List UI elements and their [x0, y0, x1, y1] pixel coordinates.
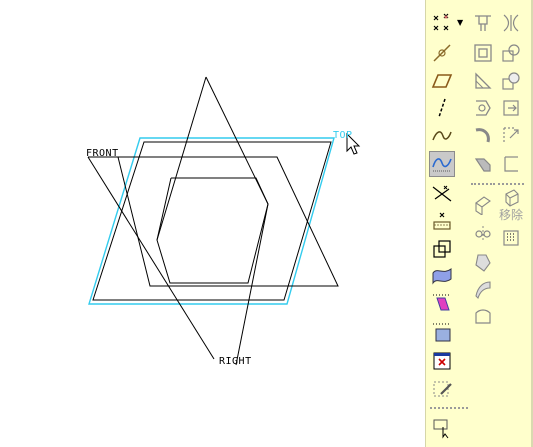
extend-icon — [503, 100, 519, 116]
coordinate-system-button[interactable] — [429, 208, 455, 234]
freeform-icon — [475, 309, 491, 324]
sweep-button[interactable] — [470, 249, 496, 275]
pattern-icon — [475, 226, 491, 242]
toolbar-separator — [430, 407, 468, 409]
hole-button[interactable] — [470, 10, 496, 36]
inner-quad — [117, 156, 339, 287]
rib-button[interactable] — [498, 10, 524, 36]
datum-curve-button[interactable] — [429, 95, 455, 121]
mirror-button[interactable] — [470, 95, 496, 121]
analysis-feature-icon — [433, 240, 451, 258]
datum-point-button[interactable] — [429, 10, 455, 36]
mirror-icon — [476, 100, 491, 116]
move-copy-icon — [475, 196, 491, 215]
boundary-blend-button[interactable] — [470, 276, 496, 302]
shell-icon — [474, 44, 492, 62]
datum-point-dropdown-icon[interactable]: ▼ — [457, 18, 463, 27]
round-icon — [475, 128, 490, 143]
edit-feature-icon — [433, 381, 452, 397]
triangle-lower-right-edge — [235, 203, 269, 366]
thicken-icon — [505, 189, 519, 207]
toolbar-separator — [471, 183, 495, 185]
merge-button[interactable] — [498, 68, 524, 94]
datum-point-icon — [433, 13, 449, 31]
triangle-left-edge — [156, 76, 207, 241]
edit-feature-button[interactable] — [429, 376, 455, 402]
ruler-button[interactable] — [429, 290, 455, 316]
style-curve-button[interactable] — [429, 151, 455, 177]
datum-curve-icon — [438, 98, 446, 118]
offset-icon — [504, 156, 518, 172]
surface-button[interactable] — [429, 263, 455, 289]
draft-button[interactable] — [470, 68, 496, 94]
pattern-button[interactable] — [470, 221, 496, 247]
boundary-blend-icon — [475, 281, 491, 300]
sketched-curve-button[interactable] — [429, 122, 455, 148]
hole-icon — [475, 15, 491, 31]
array-button[interactable] — [498, 225, 524, 251]
sketched-curve-icon — [432, 131, 452, 141]
extend-button[interactable] — [498, 95, 524, 121]
surface-icon — [432, 268, 452, 285]
array-icon — [503, 230, 519, 246]
freeform-button[interactable] — [470, 303, 496, 329]
top-datum-plane-outline[interactable] — [88, 137, 335, 305]
graph-icon — [433, 323, 451, 342]
merge-icon — [502, 72, 520, 90]
top-datum-label[interactable]: TOP — [333, 131, 353, 141]
trim-icon — [503, 127, 519, 142]
thicken-button[interactable] — [498, 184, 524, 210]
chamfer-button[interactable] — [470, 151, 496, 177]
shell-button[interactable] — [470, 40, 496, 66]
right-datum-label[interactable]: RIGHT — [219, 357, 252, 367]
analysis-feature-button[interactable] — [429, 236, 455, 262]
front-datum-label[interactable]: FRONT — [86, 149, 119, 159]
sweep-icon — [475, 254, 491, 272]
ruler-icon — [433, 294, 451, 311]
rib-icon — [503, 14, 519, 32]
right-toolbar: ▼ 移除 — [425, 0, 533, 447]
graph-button[interactable] — [429, 319, 455, 345]
select-arrow-button[interactable] — [429, 415, 455, 441]
close-window-button[interactable] — [429, 348, 455, 374]
model-sketch — [87, 76, 361, 366]
graphics-window[interactable]: FRONT RIGHT TOP — [0, 0, 425, 447]
offset-point-icon — [432, 185, 452, 202]
intersect-icon — [502, 44, 520, 62]
offset-point-button[interactable] — [429, 181, 455, 207]
style-curve-icon — [432, 158, 452, 172]
trim-button[interactable] — [498, 122, 524, 148]
round-button[interactable] — [470, 122, 496, 148]
offset-button[interactable] — [498, 151, 524, 177]
datum-plane-icon — [431, 74, 453, 88]
datum-axis-button[interactable] — [429, 40, 455, 66]
remove-label[interactable]: 移除 — [499, 208, 523, 222]
datum-plane-button[interactable] — [429, 68, 455, 94]
triangle-right-edge — [205, 76, 269, 205]
draft-icon — [475, 72, 492, 89]
datum-axis-icon — [433, 44, 451, 62]
select-arrow-icon — [433, 419, 449, 439]
close-window-icon — [433, 352, 451, 370]
chamfer-icon — [474, 158, 491, 172]
move-copy-button[interactable] — [470, 191, 496, 217]
coordinate-system-icon — [433, 212, 451, 230]
intersect-button[interactable] — [498, 40, 524, 66]
